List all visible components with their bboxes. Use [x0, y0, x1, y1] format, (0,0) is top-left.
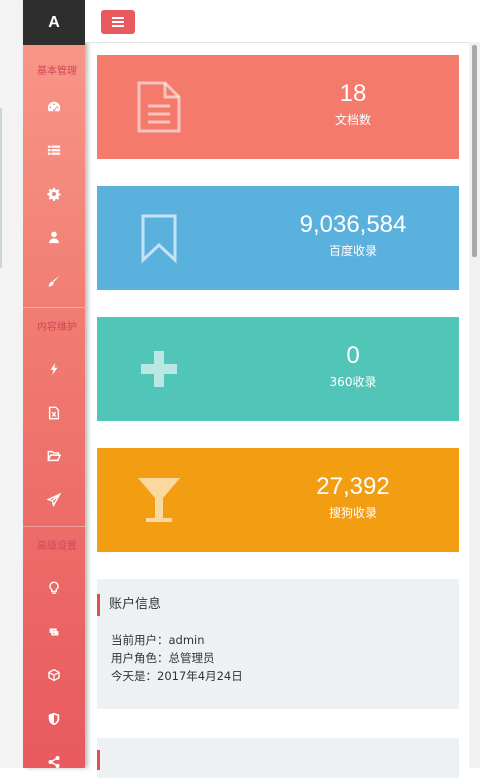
page-edge: [0, 0, 23, 768]
stat-value: 27,392: [247, 473, 459, 501]
dashboard-icon: [47, 100, 61, 114]
nav-item-brush[interactable]: [23, 259, 85, 303]
list-icon: [47, 143, 61, 157]
brush-icon: [47, 274, 61, 288]
bolt-icon: [47, 362, 61, 376]
nav-item-list[interactable]: [23, 129, 85, 173]
nav-item-idea[interactable]: [23, 567, 85, 611]
stat-card-360[interactable]: 0 360收录: [97, 317, 459, 421]
nav-item-settings[interactable]: [23, 172, 85, 216]
nav-item-bolt[interactable]: [23, 348, 85, 392]
nav-item-shield[interactable]: [23, 697, 85, 741]
cube-icon: [47, 668, 61, 682]
nav-item-excel[interactable]: [23, 391, 85, 435]
nav-item-share[interactable]: [23, 741, 85, 784]
panel-body: 当前用户：admin 用户角色：总管理员 今天是：2017年4月24日: [111, 631, 243, 685]
stat-label: 百度收录: [247, 243, 459, 259]
plus-icon: [135, 343, 183, 395]
stat-card-documents[interactable]: 18 文档数: [97, 55, 459, 159]
secondary-panel: [97, 738, 459, 778]
panel-accent-bar: [97, 750, 100, 770]
shield-icon: [47, 712, 61, 726]
stat-label: 文档数: [247, 112, 459, 128]
lightbulb-icon: [47, 581, 61, 595]
sidebar: A 基本管理 内容维护 高级设置: [23, 0, 85, 768]
hamburger-icon: [112, 17, 124, 27]
stat-value: 0: [247, 342, 459, 370]
edge-marker: [0, 108, 2, 268]
nav-item-cube[interactable]: [23, 654, 85, 698]
excel-file-icon: [47, 406, 61, 420]
folder-open-icon: [47, 449, 61, 463]
stat-value: 9,036,584: [247, 211, 459, 239]
stat-card-baidu[interactable]: 9,036,584 百度收录: [97, 186, 459, 290]
nav-item-send[interactable]: [23, 478, 85, 522]
panel-title: 账户信息: [97, 594, 161, 616]
nav-item-retweet[interactable]: [23, 610, 85, 654]
stat-label: 搜狗收录: [247, 505, 459, 521]
today-date-text: 今天是：2017年4月24日: [111, 667, 243, 685]
account-info-panel: 账户信息 当前用户：admin 用户角色：总管理员 今天是：2017年4月24日: [97, 579, 459, 709]
menu-toggle-button[interactable]: [101, 10, 135, 34]
scrollbar-thumb[interactable]: [472, 45, 477, 257]
section-title-advanced: 高级设置: [23, 527, 85, 567]
bookmark-icon: [135, 212, 183, 264]
nav-item-dashboard[interactable]: [23, 85, 85, 129]
nav-item-folder[interactable]: [23, 435, 85, 479]
brand-logo[interactable]: A: [23, 0, 85, 45]
section-title-basic: 基本管理: [23, 45, 85, 85]
retweet-icon: [47, 625, 61, 639]
section-title-content: 内容维护: [23, 308, 85, 348]
gear-icon: [47, 187, 61, 201]
user-icon: [47, 230, 61, 244]
stat-card-sogou[interactable]: 27,392 搜狗收录: [97, 448, 459, 552]
stat-value: 18: [247, 80, 459, 108]
current-user-text: 当前用户：admin: [111, 631, 243, 649]
paper-plane-icon: [47, 493, 61, 507]
nav-item-user[interactable]: [23, 216, 85, 260]
user-role-text: 用户角色：总管理员: [111, 649, 243, 667]
main-content: 18 文档数 9,036,584 百度收录 0 360收录 27,392 搜狗收…: [97, 55, 459, 709]
stat-label: 360收录: [247, 374, 459, 390]
document-icon: [135, 81, 183, 133]
trophy-icon: [135, 474, 183, 526]
share-icon: [47, 755, 61, 769]
top-bar: [85, 0, 480, 43]
